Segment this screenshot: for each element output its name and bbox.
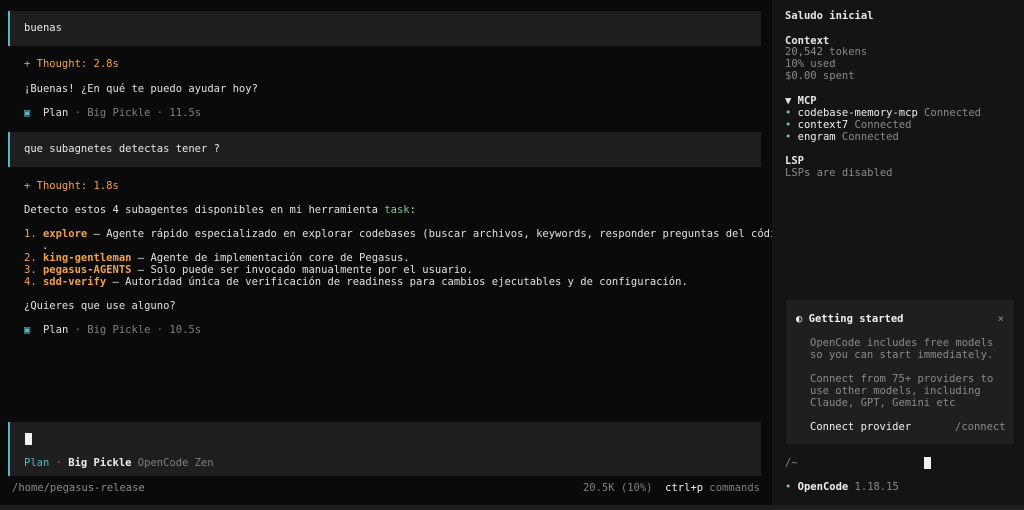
wrap-continuation: .: [42, 240, 49, 252]
cwd-label: /~: [785, 457, 798, 469]
assistant-reply: ¡Buenas! ¿En qué te puedo ayudar hoy?: [24, 83, 258, 95]
duration: · 11.5s: [150, 107, 202, 119]
chat-panel: buenas + Thought: 2.8s ¡Buenas! ¿En qué …: [0, 0, 795, 505]
mode-label: Plan: [42, 107, 69, 119]
model-label: Big Pickle: [87, 107, 151, 119]
getting-started-title: Getting started: [808, 313, 904, 325]
plan-icon: ▣: [24, 324, 31, 336]
app-name: OpenCode: [797, 481, 849, 493]
status-dot-icon: •: [785, 131, 792, 143]
info-text: Connect from 75+ providers to: [810, 373, 994, 385]
session-title: Saludo inicial: [785, 10, 874, 22]
context-spent: $0.00 spent: [785, 70, 855, 82]
app-version: • OpenCode 1.18.15: [785, 481, 899, 493]
thought-toggle[interactable]: + Thought: 1.8s: [24, 180, 119, 192]
user-message: que subagnetes detectas tener ?: [8, 132, 761, 167]
bottom-strip: [0, 505, 1024, 510]
assistant-question: ¿Quieres que use alguno?: [24, 300, 176, 312]
mode-label: Plan: [42, 324, 69, 336]
status-dot-icon: •: [785, 107, 792, 119]
list-item: 4. sdd-verify — Autoridad única de verif…: [24, 276, 688, 288]
getting-started-icon: ◐: [796, 313, 803, 325]
user-message: buenas: [8, 11, 761, 46]
mcp-toggle[interactable]: ▼ MCP: [785, 95, 817, 107]
agent-name: explore: [42, 228, 88, 240]
getting-started-panel: ◐ Getting started × OpenCode includes fr…: [786, 300, 1014, 444]
agent-name: king-gentleman: [42, 252, 132, 264]
lsp-status: LSPs are disabled: [785, 167, 893, 179]
model-label: Big Pickle: [87, 324, 151, 336]
model-selector[interactable]: Big Pickle: [68, 457, 131, 469]
agent-name: sdd-verify: [42, 276, 107, 288]
user-message-text: buenas: [24, 22, 62, 34]
sidebar: Saludo inicial Context 20,542 tokens 10%…: [772, 0, 1024, 505]
status-dot-icon: •: [785, 481, 792, 493]
connect-command: /connect: [955, 421, 1006, 433]
duration: · 10.5s: [150, 324, 202, 336]
mode-selector[interactable]: Plan: [24, 457, 49, 469]
list-item: 3. pegasus-AGENTS — Solo puede ser invoc…: [24, 264, 473, 276]
text-cursor: [924, 457, 931, 469]
input-meta: Plan · Big Pickle OpenCode Zen: [24, 457, 214, 469]
mcp-server: • codebase-memory-mcp Connected: [785, 107, 981, 119]
provider-label: OpenCode Zen: [131, 457, 214, 469]
commands-shortcut[interactable]: ctrl+p: [665, 482, 703, 494]
working-directory: /home/pegasus-release: [12, 482, 145, 494]
info-text: OpenCode includes free models: [810, 337, 994, 349]
status-dot-icon: •: [785, 119, 792, 131]
status-bar-right: 20.5K (10%) ctrl+p commands: [582, 482, 760, 494]
message-meta: ▣ Plan · Big Pickle · 10.5s: [24, 324, 202, 336]
context-used: 10% used: [785, 58, 836, 70]
info-text: Claude, GPT, Gemini etc: [810, 397, 956, 409]
list-item: 1. explore — Agente rápido especializado…: [24, 228, 796, 240]
plan-icon: ▣: [24, 107, 31, 119]
thought-toggle[interactable]: + Thought: 2.8s: [24, 58, 119, 70]
text-cursor: [25, 433, 32, 445]
connect-provider-button[interactable]: Connect provider: [810, 421, 911, 433]
mcp-server: • context7 Connected: [785, 119, 912, 131]
lsp-heading: LSP: [785, 155, 804, 167]
info-text: so you can start immediately.: [810, 349, 994, 361]
user-message-text: que subagnetes detectas tener ?: [24, 143, 220, 155]
getting-started-header: ◐ Getting started: [796, 313, 903, 325]
message-meta: ▣ Plan · Big Pickle · 11.5s: [24, 107, 202, 119]
assistant-reply: Detecto estos 4 subagentes disponibles e…: [24, 204, 416, 216]
close-icon[interactable]: ×: [998, 313, 1004, 325]
context-tokens: 20,542 tokens: [785, 46, 868, 58]
list-item: 2. king-gentleman — Agente de implementa…: [24, 252, 410, 264]
prompt-input[interactable]: Plan · Big Pickle OpenCode Zen: [8, 422, 761, 476]
info-text: use other models, including: [810, 385, 981, 397]
inline-code: task: [384, 204, 410, 216]
token-usage: 20.5K (10%): [582, 482, 653, 494]
agent-name: pegasus-AGENTS: [42, 264, 132, 276]
version-label: 1.18.15: [848, 481, 899, 493]
mcp-server: • engram Connected: [785, 131, 899, 143]
